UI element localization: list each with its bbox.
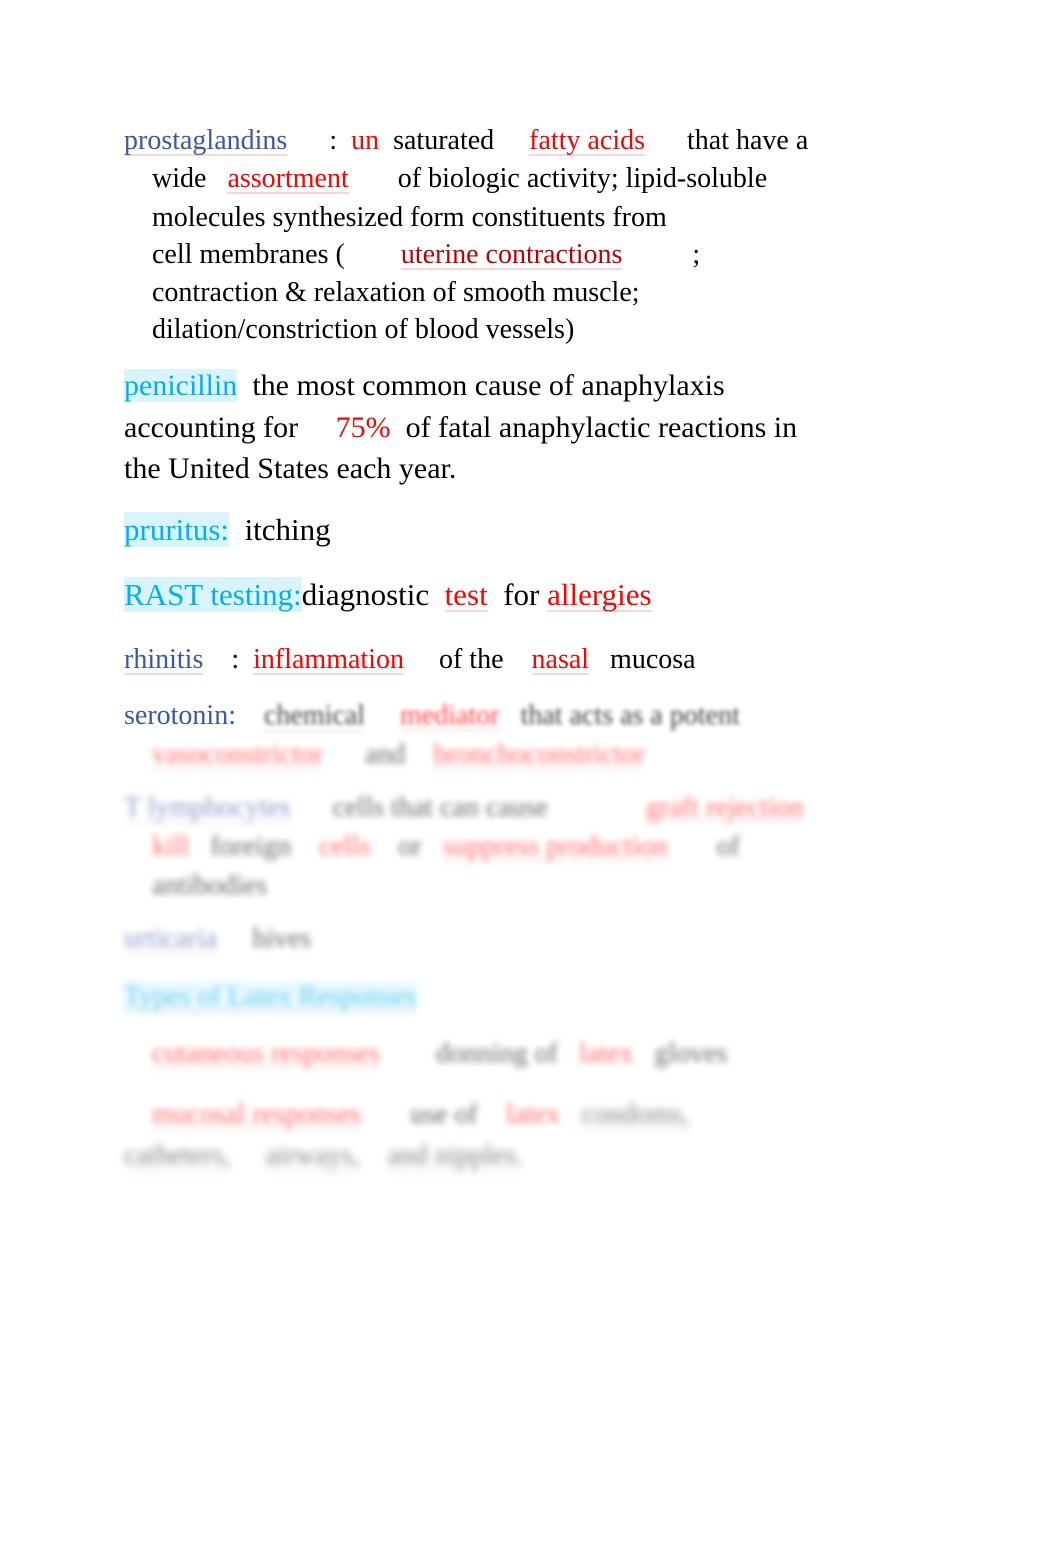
line1-tail: that have a bbox=[687, 125, 809, 156]
mucosal-catheters: catheters, bbox=[124, 1140, 231, 1172]
paragraph-t-lymphocytes: T lymphocytes cells that can cause graft… bbox=[124, 789, 804, 827]
paragraph-rhinitis: rhinitis : inflammation of the nasal muc… bbox=[124, 641, 696, 679]
latex-heading-text: Types of Latex Responses bbox=[124, 981, 417, 1013]
penicillin-line2-head: accounting for bbox=[124, 411, 299, 444]
answer-latex-2: latex bbox=[505, 1099, 561, 1130]
answer-cutaneous-responses: cutaneous responses bbox=[152, 1038, 380, 1069]
paragraph-prostaglandins-line5: contraction & relaxation of smooth muscl… bbox=[152, 277, 640, 308]
paragraph-serotonin-line2: vasoconstrictor and bronchoconstrictor bbox=[152, 736, 645, 774]
rhinitis-colon: : bbox=[231, 644, 240, 675]
paragraph-urticaria: urticaria hives bbox=[124, 920, 311, 958]
line4-semicolon: ; bbox=[692, 239, 701, 270]
term-pruritus: pruritus: bbox=[124, 512, 230, 547]
paragraph-penicillin: penicillin the most common cause of anap… bbox=[124, 367, 944, 405]
paragraph-prostaglandins-line2: wide assortment of biologic activity; li… bbox=[152, 160, 932, 198]
term-penicillin: penicillin bbox=[124, 369, 238, 402]
word-wide: wide bbox=[152, 163, 207, 194]
paragraph-rast: RAST testing:diagnostic test for allergi… bbox=[124, 576, 652, 614]
answer-itching: itching bbox=[244, 512, 331, 547]
answer-assortment: assortment bbox=[227, 163, 349, 194]
answer-latex-1: latex bbox=[578, 1038, 634, 1069]
paragraph-prostaglandins-line6: dilation/constriction of blood vessels) bbox=[152, 314, 575, 345]
answer-cells: cells bbox=[319, 831, 371, 862]
answer-un: un bbox=[351, 125, 380, 156]
term-rhinitis: rhinitis bbox=[124, 644, 204, 675]
serotonin-chemical: chemical bbox=[264, 700, 366, 732]
term-serotonin: serotonin: bbox=[124, 700, 236, 731]
paragraph-prostaglandins-line4: cell membranes ( uterine contractions ; bbox=[152, 236, 942, 274]
mucosal-condoms: condoms, bbox=[581, 1099, 690, 1131]
answer-bronchoconstrictor: bronchoconstrictor bbox=[433, 739, 645, 770]
paragraph-mucosal-responses: mucosal responses use of latex condoms, bbox=[152, 1096, 690, 1134]
word-saturated: saturated bbox=[393, 125, 495, 156]
line4-head: cell membranes ( bbox=[152, 239, 345, 270]
line2-tail: of biologic activity; lipid-soluble bbox=[397, 163, 768, 194]
term-t-lymphocytes: T lymphocytes bbox=[124, 792, 291, 824]
term-prostaglandins: prostaglandins bbox=[124, 125, 288, 156]
answer-test: test bbox=[444, 577, 488, 612]
answer-mediator: mediator bbox=[400, 700, 500, 731]
answer-mucosal-responses: mucosal responses bbox=[152, 1099, 362, 1130]
t-lymph-of: of bbox=[716, 831, 740, 862]
paragraph-serotonin: serotonin: chemical mediator that acts a… bbox=[124, 697, 740, 735]
paragraph-t-lymphocytes-line2: kill foreign cells or suppress productio… bbox=[152, 828, 740, 866]
paragraph-t-lymphocytes-line3: antibodies bbox=[152, 870, 268, 901]
answer-vasoconstrictor: vasoconstrictor bbox=[152, 739, 324, 770]
paragraph-cutaneous-responses: cutaneous responses donning of latex glo… bbox=[152, 1035, 727, 1073]
answer-allergies: allergies bbox=[547, 577, 652, 612]
penicillin-line2-tail: of fatal anaphylactic reactions in bbox=[405, 411, 798, 444]
cutaneous-gloves: gloves bbox=[654, 1038, 728, 1069]
paragraph-penicillin-line2: accounting for 75% of fatal anaphylactic… bbox=[124, 409, 954, 447]
colon-1: : bbox=[329, 125, 338, 156]
heading-latex-responses: Types of Latex Responses bbox=[124, 978, 473, 1016]
answer-suppress-production: suppress production bbox=[442, 831, 668, 862]
paragraph-pruritus: pruritus: itching bbox=[124, 511, 331, 549]
answer-graft-rejection: graft rejection bbox=[646, 792, 804, 823]
answer-uterine-contractions: uterine contractions bbox=[400, 239, 623, 270]
answer-nasal: nasal bbox=[531, 644, 590, 675]
t-lymph-or: or bbox=[398, 831, 422, 862]
paragraph-penicillin-line3: the United States each year. bbox=[124, 452, 457, 485]
t-lymph-tail: cells that can cause bbox=[332, 792, 549, 823]
penicillin-tail: the most common cause of anaphylaxis bbox=[252, 369, 725, 402]
cutaneous-donning: donning of bbox=[435, 1038, 558, 1069]
t-lymph-foreign: foreign bbox=[210, 831, 292, 862]
term-rast-testing: RAST testing: bbox=[124, 577, 302, 612]
rast-for: for bbox=[503, 577, 540, 612]
paragraph-mucosal-responses-line2: catheters, airways, and nipples. bbox=[124, 1137, 523, 1175]
document-page: prostaglandins : un saturated fatty acid… bbox=[0, 0, 1062, 1556]
mucosal-nipples: and nipples. bbox=[387, 1140, 523, 1172]
answer-hives: hives bbox=[252, 923, 312, 954]
answer-75-percent: 75% bbox=[335, 411, 391, 444]
answer-kill: kill bbox=[152, 831, 190, 862]
paragraph-prostaglandins: prostaglandins : un saturated fatty acid… bbox=[124, 122, 924, 160]
term-urticaria: urticaria bbox=[124, 923, 218, 955]
paragraph-prostaglandins-line3: molecules synthesized form constituents … bbox=[152, 202, 667, 233]
serotonin-tail: that acts as a potent bbox=[520, 700, 740, 731]
rhinitis-of-the: of the bbox=[438, 644, 504, 675]
mucosal-use-of: use of bbox=[410, 1099, 478, 1130]
serotonin-and: and bbox=[365, 739, 406, 770]
answer-inflammation: inflammation bbox=[253, 644, 404, 675]
mucosal-airways: airways, bbox=[265, 1140, 360, 1172]
answer-fatty-acids: fatty acids bbox=[529, 125, 645, 156]
rast-diagnostic: diagnostic bbox=[301, 577, 430, 612]
rhinitis-mucosa: mucosa bbox=[610, 644, 696, 675]
